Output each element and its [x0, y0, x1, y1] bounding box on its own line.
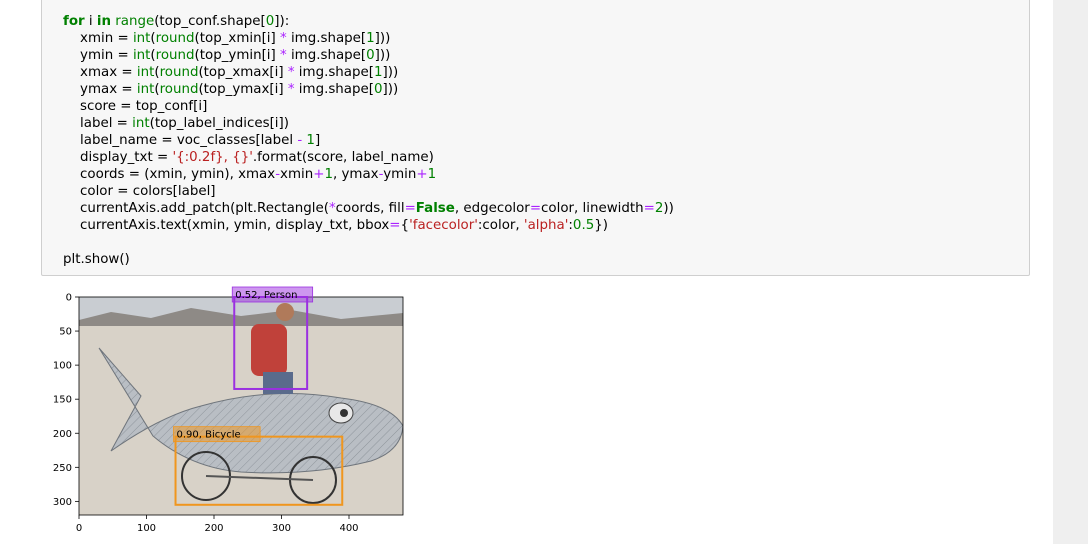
x-tick-label: 400 [339, 523, 358, 534]
code-line: display_txt = '{:0.2f}, {}'.format(score… [63, 150, 434, 165]
y-tick-label: 0 [66, 293, 72, 304]
x-tick-label: 100 [137, 523, 156, 534]
code-line: for i in range(top_conf.shape[0]): [63, 14, 290, 29]
y-tick-label: 50 [59, 327, 72, 338]
code-line: ymin = int(round(top_ymin[i] * img.shape… [63, 48, 391, 63]
detection-plot: 0 50 100 150 200 250 300 0 100 200 300 400 0.52, P… [53, 286, 404, 534]
x-tick-label: 0 [76, 523, 82, 534]
detection-label: 0.52, Person [235, 290, 297, 301]
x-axis: 0 100 200 300 400 [76, 515, 359, 534]
y-tick-label: 100 [53, 361, 72, 372]
code-line: xmin = int(round(top_xmin[i] * img.shape… [63, 31, 391, 46]
cell-output: 0 50 100 150 200 250 300 0 100 200 300 400 0.52, P… [41, 286, 441, 544]
y-tick-label: 300 [53, 497, 72, 508]
code-line: currentAxis.text(xmin, ymin, display_txt… [63, 218, 608, 233]
right-scroll-gutter [1053, 0, 1088, 544]
y-tick-label: 250 [53, 463, 72, 474]
code-line: xmax = int(round(top_xmax[i] * img.shape… [63, 65, 399, 80]
code-line: score = top_conf[i] [63, 99, 208, 114]
x-tick-label: 300 [272, 523, 291, 534]
code-line: color = colors[label] [63, 184, 216, 199]
code-line: label_name = voc_classes[label - 1] [63, 133, 321, 148]
code-line: ymax = int(round(top_ymax[i] * img.shape… [63, 82, 399, 97]
code-line: currentAxis.add_patch(plt.Rectangle(*coo… [63, 201, 674, 216]
code-editor[interactable]: for i in range(top_conf.shape[0]): xmin … [63, 13, 674, 268]
photo-image [79, 297, 403, 515]
detection-label: 0.90, Bicycle [177, 430, 241, 441]
y-tick-label: 200 [53, 429, 72, 440]
x-tick-label: 200 [204, 523, 223, 534]
code-line: plt.show() [63, 252, 130, 267]
code-cell[interactable]: for i in range(top_conf.shape[0]): xmin … [41, 0, 1030, 276]
code-line: coords = (xmin, ymin), xmax-xmin+1, ymax… [63, 167, 437, 182]
code-line: label = int(top_label_indices[i]) [63, 116, 289, 131]
y-axis: 0 50 100 150 200 250 300 [53, 293, 79, 508]
y-tick-label: 150 [53, 395, 72, 406]
